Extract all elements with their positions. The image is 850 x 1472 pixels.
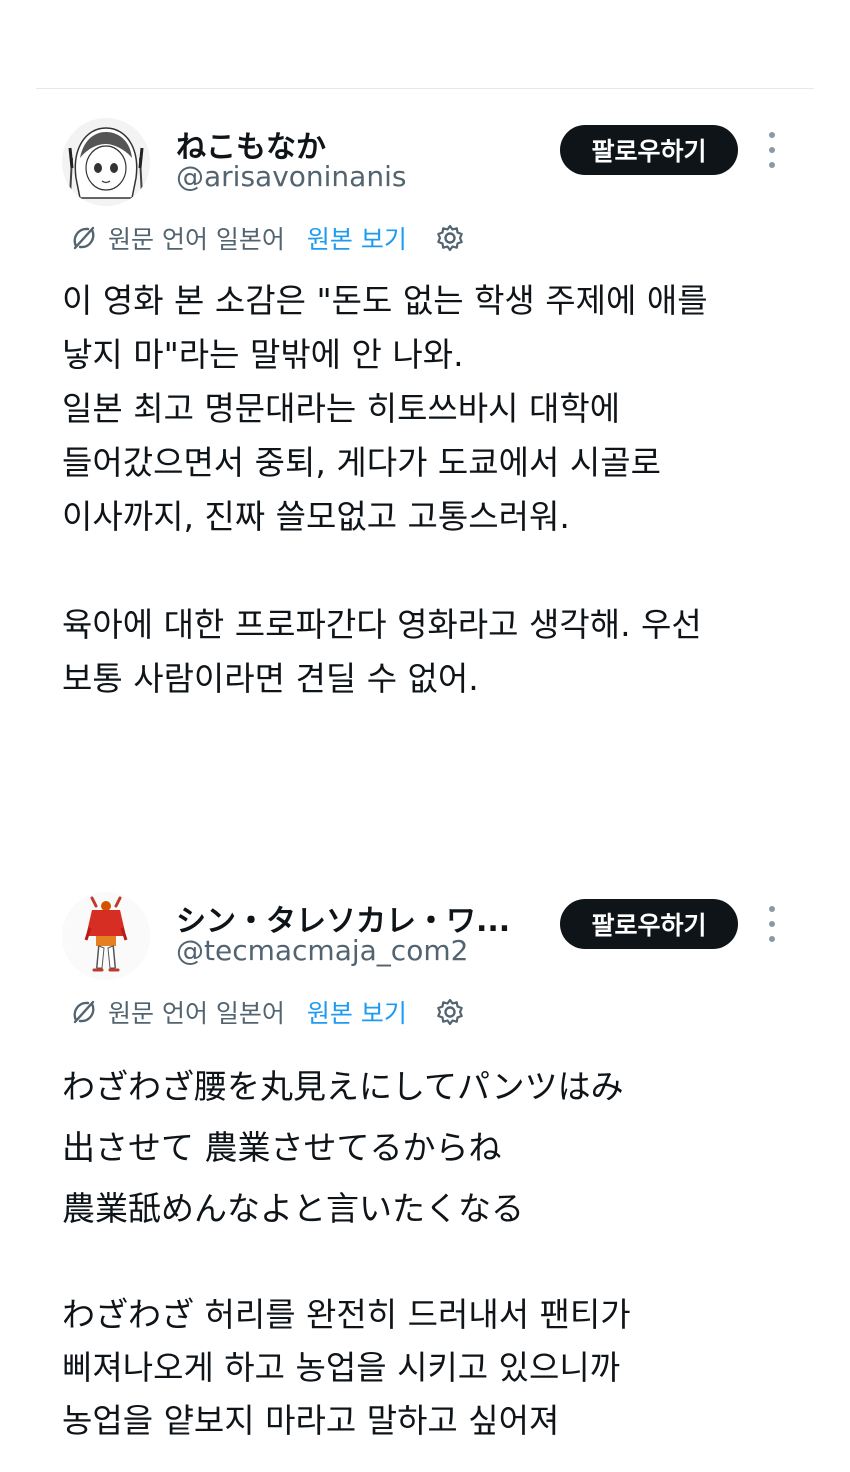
avatar[interactable] <box>62 118 150 206</box>
post-paragraph: 육아에 대한 프로파간다 영화라고 생각해. 우선 보통 사람이라면 견딜 수 … <box>62 605 702 698</box>
post-paragraph: わざわざ腰を丸見えにしてパンツはみ 出させて 農業させてるからね 農業舐めんなよ… <box>62 1067 624 1228</box>
manga-girl-avatar-icon <box>62 118 150 206</box>
post-paragraph: わざわざ 허리를 완전히 드러내서 팬티가 삐져나오게 하고 농업을 시키고 있… <box>62 1295 631 1440</box>
more-options-icon[interactable] <box>760 906 784 942</box>
user-handle[interactable]: @arisavoninanis <box>176 160 406 193</box>
more-options-icon[interactable] <box>760 132 784 168</box>
user-handle[interactable]: @tecmacmaja_com2 <box>176 934 468 967</box>
translate-icon <box>73 1000 95 1024</box>
follow-button[interactable]: 팔로우하기 <box>560 125 738 175</box>
translation-bar: 원문 언어 일본어 원본 보기 <box>70 992 465 1032</box>
view-original-link[interactable]: 원본 보기 <box>307 994 407 1030</box>
source-language-label: 원문 언어 일본어 <box>108 999 285 1028</box>
view-original-link[interactable]: 원본 보기 <box>307 220 407 256</box>
translate-icon <box>73 226 95 250</box>
post-text: 이 영화 본 소감은 "돈도 없는 학생 주제에 애를 낳지 마"라는 말밖에 … <box>62 274 802 706</box>
follow-button[interactable]: 팔로우하기 <box>560 899 738 949</box>
source-language-label: 원문 언어 일본어 <box>108 225 285 254</box>
translation-bar: 원문 언어 일본어 원본 보기 <box>70 218 465 258</box>
gear-icon[interactable] <box>435 223 465 253</box>
post-paragraph: 이 영화 본 소감은 "돈도 없는 학생 주제에 애를 낳지 마"라는 말밖에 … <box>62 281 708 536</box>
post-text: わざわざ腰を丸見えにしてパンツはみ 出させて 農業させてるからね 農業舐めんなよ… <box>62 1056 802 1447</box>
red-dress-figure-avatar-icon <box>62 892 150 980</box>
top-divider <box>36 88 814 89</box>
avatar[interactable] <box>62 892 150 980</box>
gear-icon[interactable] <box>435 997 465 1027</box>
